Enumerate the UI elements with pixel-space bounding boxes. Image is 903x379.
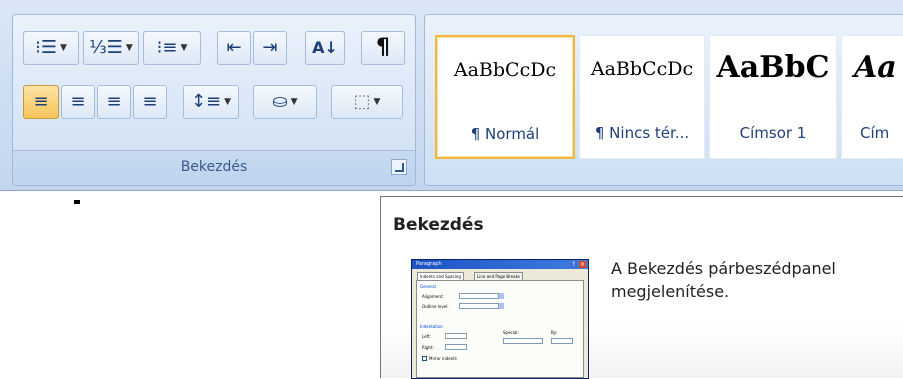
borders-icon: ⬚ — [353, 91, 371, 112]
align-right-icon: ≡ — [106, 91, 122, 112]
shading-bucket-icon: ⛀ — [272, 91, 288, 112]
thumbnail-checkbox — [422, 356, 427, 361]
thumbnail-field — [445, 333, 467, 339]
increase-indent-icon: ⇥ — [262, 37, 278, 58]
line-spacing-button[interactable]: ↕≡ ▼ — [183, 85, 239, 119]
thumbnail-label: Right: — [422, 345, 434, 350]
style-sample: AaBbCcDc — [453, 59, 557, 81]
close-icon: × — [579, 261, 586, 268]
style-title[interactable]: Aa Cím — [841, 35, 903, 159]
style-name: ¶ Nincs tér... — [594, 124, 690, 142]
show-formatting-marks-button[interactable]: ¶ — [361, 31, 405, 65]
help-icon: ? — [570, 261, 577, 268]
chevron-down-icon[interactable]: ▼ — [126, 43, 133, 53]
style-name: Címsor 1 — [739, 124, 807, 142]
align-center-button[interactable]: ≡ — [61, 85, 95, 119]
chevron-down-icon[interactable]: ▼ — [224, 97, 231, 107]
sort-az-icon: A↓ — [312, 38, 338, 57]
paragraph-group-footer: Bekezdés — [13, 150, 415, 185]
chevron-down-icon — [499, 303, 504, 309]
line-spacing-icon: ↕≡ — [190, 91, 222, 112]
style-sample: Aa — [854, 50, 897, 85]
thumbnail-label: Mirror indents — [429, 356, 457, 361]
increase-indent-button[interactable]: ⇥ — [253, 31, 287, 65]
multilevel-list-button[interactable]: ⁝≡ ▼ — [143, 31, 201, 65]
chevron-down-icon — [499, 293, 504, 299]
style-no-spacing[interactable]: AaBbCcDc ¶ Nincs tér... — [579, 35, 705, 159]
align-left-icon: ≡ — [33, 91, 49, 112]
text-cursor-mark — [74, 200, 80, 204]
thumbnail-field — [445, 344, 467, 350]
thumbnail-field — [459, 293, 499, 299]
bullets-button[interactable]: ⁝☰ ▼ — [23, 31, 79, 65]
thumbnail-titlebar: Paragraph ? × — [412, 260, 588, 269]
thumbnail-label: By: — [551, 330, 558, 335]
thumbnail-section: Indentation — [420, 324, 443, 329]
align-center-icon: ≡ — [70, 91, 86, 112]
style-heading-1[interactable]: AaBbC Címsor 1 — [709, 35, 837, 159]
style-normal[interactable]: AaBbCcDc ¶ Normál — [435, 35, 575, 159]
pilcrow-icon: ¶ — [376, 35, 390, 60]
style-name: Cím — [860, 124, 890, 142]
justify-button[interactable]: ≡ — [133, 85, 167, 119]
thumbnail-label: Left: — [422, 334, 431, 339]
ribbon: ⁝☰ ▼ ⅓☰ ▼ ⁝≡ ▼ ⇤ ⇥ A↓ ¶ ≡ ≡ ≡ ≡ ↕≡ ▼ ⛀ ▼… — [0, 0, 903, 191]
style-name: ¶ Normál — [470, 125, 540, 143]
decrease-indent-icon: ⇤ — [226, 37, 242, 58]
paragraph-dialog-thumbnail: Paragraph ? × Indents and Spacing Line a… — [411, 259, 589, 379]
numbered-list-icon: ⅓☰ — [89, 37, 123, 58]
numbering-button[interactable]: ⅓☰ ▼ — [83, 31, 139, 65]
thumbnail-section: General — [420, 284, 436, 289]
group-label: Bekezdés — [180, 159, 248, 175]
decrease-indent-button[interactable]: ⇤ — [217, 31, 251, 65]
dialog-launcher-icon[interactable] — [391, 159, 407, 175]
style-sample: AaBbC — [716, 50, 830, 85]
thumbnail-label: Outline level: — [422, 304, 449, 309]
thumbnail-panel: General Alignment: Outline level: Indent… — [416, 280, 584, 378]
borders-button[interactable]: ⬚ ▼ — [331, 85, 403, 119]
multilevel-list-icon: ⁝≡ — [156, 37, 178, 58]
shading-button[interactable]: ⛀ ▼ — [253, 85, 317, 119]
chevron-down-icon[interactable]: ▼ — [374, 97, 381, 107]
style-sample: AaBbCcDc — [590, 58, 694, 80]
styles-gallery: AaBbCcDc ¶ Normál AaBbCcDc ¶ Nincs tér..… — [424, 14, 903, 186]
paragraph-group: ⁝☰ ▼ ⅓☰ ▼ ⁝≡ ▼ ⇤ ⇥ A↓ ¶ ≡ ≡ ≡ ≡ ↕≡ ▼ ⛀ ▼… — [12, 14, 416, 186]
thumbnail-field — [503, 338, 543, 344]
tooltip-title: Bekezdés — [393, 215, 484, 235]
thumbnail-label: Special: — [503, 330, 519, 335]
thumbnail-title: Paragraph — [416, 261, 442, 267]
chevron-down-icon[interactable]: ▼ — [291, 97, 298, 107]
thumbnail-label: Alignment: — [422, 294, 444, 299]
thumbnail-field — [551, 338, 573, 344]
chevron-down-icon[interactable]: ▼ — [60, 43, 67, 53]
chevron-down-icon[interactable]: ▼ — [180, 43, 187, 53]
justify-icon: ≡ — [142, 91, 158, 112]
align-right-button[interactable]: ≡ — [97, 85, 131, 119]
tooltip-description: A Bekezdés párbeszédpanel megjelenítése. — [611, 259, 836, 301]
sort-button[interactable]: A↓ — [305, 31, 345, 65]
tooltip: Bekezdés Paragraph ? × Indents and Spaci… — [380, 196, 903, 379]
thumbnail-field — [459, 303, 499, 309]
bullet-list-icon: ⁝☰ — [35, 37, 57, 58]
align-left-button[interactable]: ≡ — [23, 85, 59, 119]
